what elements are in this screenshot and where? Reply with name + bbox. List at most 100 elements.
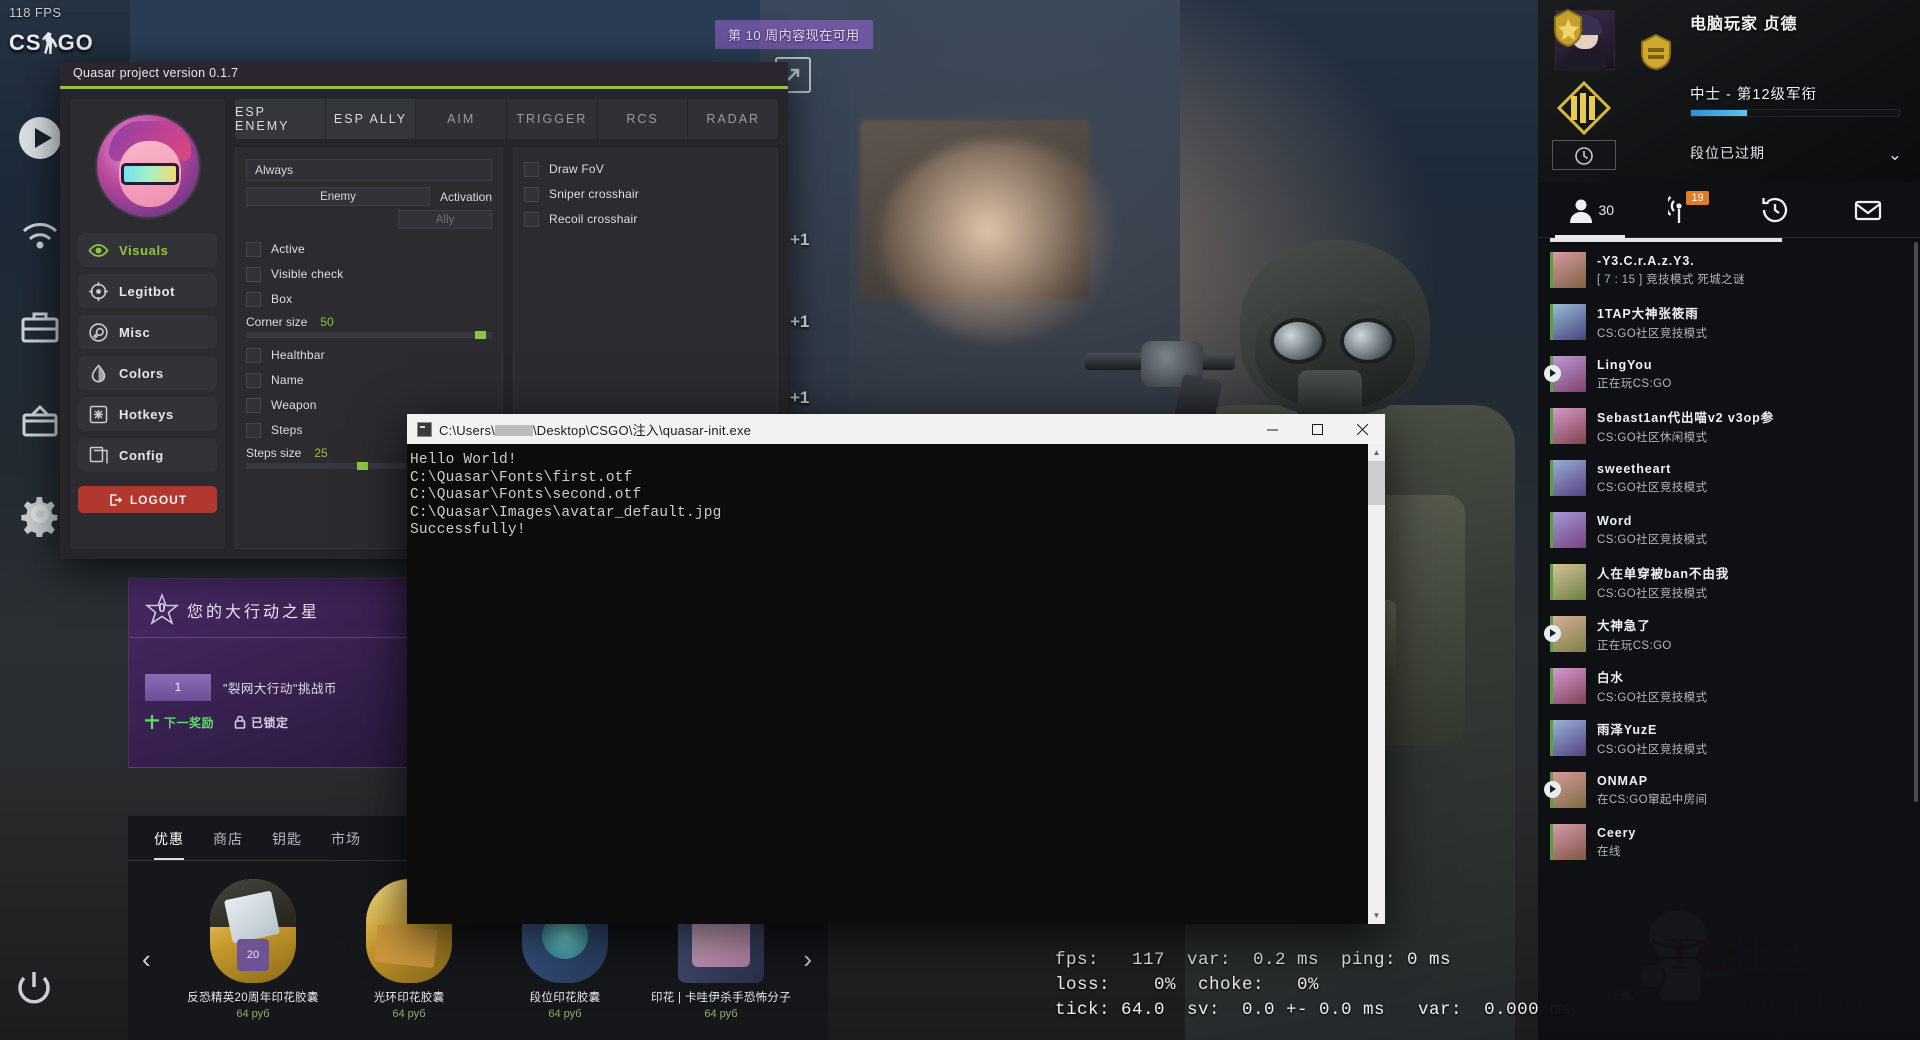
friend-status: CS:GO社区竞技模式 — [1597, 692, 1708, 704]
checkbox-visible-check[interactable]: Visible check — [246, 264, 492, 284]
esp-mode-dropdown[interactable]: Always — [246, 159, 492, 181]
friends-tab[interactable]: 30 — [1544, 182, 1637, 238]
sidebar-item-misc[interactable]: Misc — [78, 315, 217, 349]
friends-list[interactable]: -Y3.C.r.A.z.Y3. [ 7 : 15 ] 竞技模式 死城之谜 1TAP大… — [1538, 238, 1920, 1040]
team-seg-enemy[interactable]: Enemy — [246, 187, 430, 206]
list-item[interactable]: ONMAP 在CS:GO窜起中房间 — [1538, 764, 1920, 816]
checkbox-weapon[interactable]: Weapon — [246, 395, 492, 415]
scroll-up-icon[interactable]: ▲ — [1368, 444, 1385, 461]
tab-trigger[interactable]: TRIGGER — [507, 99, 598, 139]
sidebar-item-legitbot[interactable]: Legitbot — [78, 274, 217, 308]
list-item[interactable]: sweetheart CS:GO社区竞技模式 — [1538, 452, 1920, 504]
next-reward-text: 下一奖励 — [164, 716, 215, 730]
list-item[interactable]: Word CS:GO社区竞技模式 — [1538, 504, 1920, 556]
play-indicator-icon — [1544, 365, 1561, 382]
store-item[interactable]: 20 反恐精英20周年印花胶囊 64 руб — [180, 867, 326, 1020]
console-output-area[interactable]: Hello World! C:\Quasar\Fonts\first.otf C… — [407, 444, 1385, 924]
friends-scrollbar[interactable] — [1914, 242, 1918, 802]
list-item[interactable]: 人在单穿被ban不由我 CS:GO社区竞技模式 — [1538, 556, 1920, 608]
store-item-price: 64 руб — [704, 1008, 738, 1020]
friend-name: Sebast1an代出喵v2 v3op参 — [1597, 411, 1775, 425]
store-tab-market[interactable]: 市场 — [331, 829, 361, 860]
corner-size-label: Corner size — [246, 315, 308, 329]
rank-badge-icon — [1556, 80, 1612, 136]
quasar-user-avatar[interactable] — [94, 113, 201, 219]
logout-button[interactable]: LOGOUT — [78, 486, 217, 513]
checkbox-label: Active — [271, 242, 305, 256]
store-tab-deals[interactable]: 优惠 — [154, 829, 184, 860]
chevron-down-icon[interactable]: ⌄ — [1888, 145, 1902, 165]
minimize-button[interactable] — [1250, 414, 1295, 444]
list-item[interactable]: 大神急了 正在玩CS:GO — [1538, 608, 1920, 660]
list-item[interactable]: 雨泽YuzE CS:GO社区竞技模式 — [1538, 712, 1920, 764]
friend-status: CS:GO社区休闲模式 — [1597, 432, 1708, 444]
tab-aim[interactable]: AIM — [416, 99, 508, 139]
checkbox-draw-fov[interactable]: Draw FoV — [524, 159, 767, 179]
avatar — [1550, 252, 1586, 288]
sidebar-item-visuals[interactable]: Visuals — [78, 233, 217, 267]
hitmarker: +1 — [790, 312, 810, 331]
checkbox-box — [246, 291, 261, 307]
store-tab-keys[interactable]: 钥匙 — [272, 829, 302, 860]
envelope-icon — [1854, 200, 1881, 220]
close-button[interactable] — [1340, 414, 1385, 444]
list-item[interactable]: Sebast1an代出喵v2 v3op参 CS:GO社区休闲模式 — [1538, 400, 1920, 452]
list-item[interactable]: -Y3.C.r.A.z.Y3. [ 7 : 15 ] 竞技模式 死城之谜 — [1538, 244, 1920, 296]
history-tab[interactable] — [1729, 182, 1822, 237]
locked-label: 已锁定 — [234, 714, 289, 731]
checkbox-label: Visible check — [271, 267, 344, 281]
sidebar-label-config: Config — [119, 447, 164, 463]
activity-tab[interactable]: 19 — [1637, 182, 1730, 237]
person-icon — [1570, 199, 1593, 223]
tab-rcs[interactable]: RCS — [598, 99, 689, 139]
checkbox-active[interactable]: Active — [246, 239, 492, 259]
slider-knob[interactable] — [474, 331, 486, 339]
scroll-thumb[interactable] — [1368, 461, 1385, 505]
checkbox-box — [246, 397, 261, 413]
team-seg-ally[interactable]: Ally — [398, 210, 492, 229]
droplet-icon — [88, 363, 109, 384]
avatar — [1550, 668, 1586, 704]
sidebar-item-colors[interactable]: Colors — [78, 356, 217, 390]
corner-size-slider[interactable] — [246, 331, 492, 339]
avatar — [1550, 408, 1586, 444]
sidebar-label-hotkeys: Hotkeys — [119, 406, 174, 422]
store-item-price: 64 руб — [392, 1008, 426, 1020]
steam-friends-panel: 电脑玩家 贞德 中士 - 第12级军衔 段位已过期 ⌄ 30 19 -Y3.C.… — [1538, 0, 1920, 1040]
checkbox-healthbar[interactable]: Healthbar — [246, 345, 492, 365]
console-scrollbar[interactable]: ▲ ▼ — [1368, 444, 1385, 924]
console-title-bar[interactable]: C:\Users\ \Desktop\CSGO\注入\quasar-init.ex… — [407, 414, 1385, 444]
console-app-icon — [417, 421, 432, 437]
avatar — [1550, 460, 1586, 496]
store-tab-shop[interactable]: 商店 — [213, 829, 243, 860]
slider-knob[interactable] — [356, 462, 368, 470]
sidebar-label-misc: Misc — [119, 324, 151, 340]
store-prev-arrow[interactable]: ‹ — [142, 944, 151, 975]
gift-icon — [145, 715, 159, 729]
star-icon: 0 — [144, 592, 180, 627]
sun-glow — [880, 140, 1120, 340]
list-item[interactable]: Ceery 在线 — [1538, 816, 1920, 868]
tab-radar[interactable]: RADAR — [688, 99, 778, 139]
list-item[interactable]: 1TAP大神张筱雨 CS:GO社区竞技模式 — [1538, 296, 1920, 348]
store-next-arrow[interactable]: › — [803, 944, 812, 975]
tab-esp-ally[interactable]: ESP ALLY — [325, 99, 417, 139]
checkbox-box-esp[interactable]: Box — [246, 289, 492, 309]
checkbox-sniper-crosshair[interactable]: Sniper crosshair — [524, 184, 767, 204]
checkbox-box — [246, 241, 261, 257]
sidebar-item-config[interactable]: Config — [78, 438, 217, 472]
tab-esp-enemy[interactable]: ESP ENEMY — [235, 99, 326, 139]
friend-name: ONMAP — [1597, 773, 1649, 788]
checkbox-recoil-crosshair[interactable]: Recoil crosshair — [524, 209, 767, 229]
scroll-down-icon[interactable]: ▼ — [1368, 907, 1385, 924]
checkbox-name[interactable]: Name — [246, 370, 492, 390]
quasar-tab-bar: ESP ENEMY ESP ALLY AIM TRIGGER RCS RADAR — [235, 99, 778, 139]
activation-label: Activation — [439, 189, 492, 204]
list-item[interactable]: LingYou 正在玩CS:GO — [1538, 348, 1920, 400]
list-item[interactable]: 白水 CS:GO社区竞技模式 — [1538, 660, 1920, 712]
power-icon[interactable] — [12, 966, 68, 1022]
messages-tab[interactable] — [1822, 182, 1915, 237]
friend-status: CS:GO社区竞技模式 — [1597, 328, 1708, 340]
sidebar-item-hotkeys[interactable]: Hotkeys — [78, 397, 217, 431]
maximize-button[interactable] — [1295, 414, 1340, 444]
